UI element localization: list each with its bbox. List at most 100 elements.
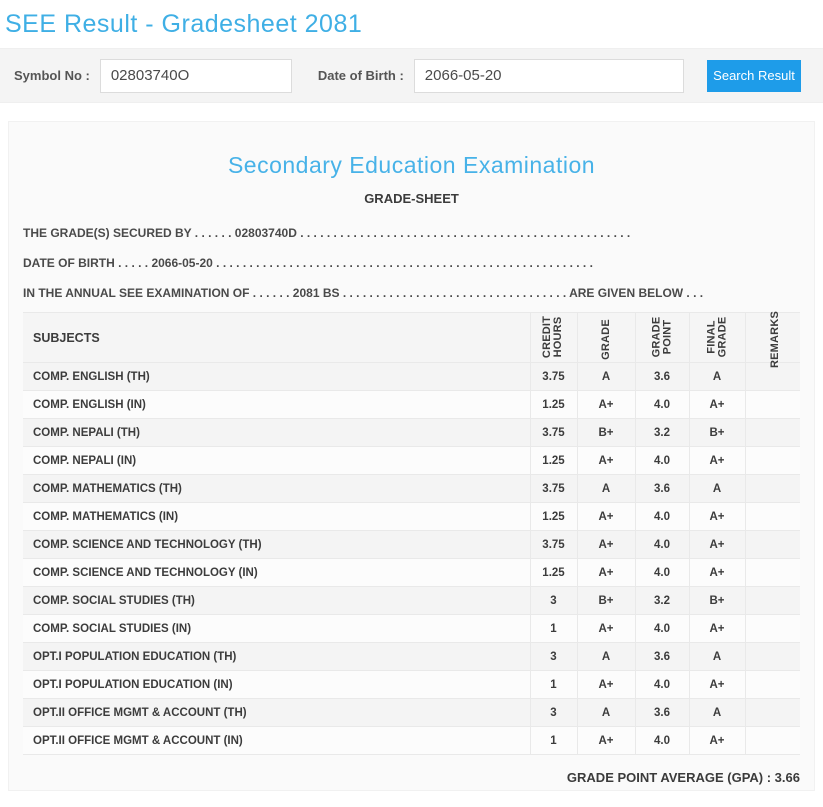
cell-remarks: [744, 390, 800, 419]
table-row: OPT.II OFFICE MGMT & ACCOUNT (IN) 1 A+ 4.0 A…: [23, 726, 800, 755]
table-row: COMP. MATHEMATICS (TH) 3.75 A 3.6 A: [23, 474, 800, 503]
cell-remarks: [744, 530, 800, 559]
cell-credit: 1.25: [529, 446, 577, 475]
header-final-grade: FINAL GRADE: [688, 312, 745, 363]
cell-subject: COMP. NEPALI (TH): [23, 418, 530, 447]
cell-credit: 3.75: [529, 474, 577, 503]
header-grade-point: GRADE POINT: [634, 312, 689, 363]
grades-table-header: SUBJECTS CREDIT HOURS GRADE GRADE POINT …: [23, 310, 800, 368]
date-of-birth-input[interactable]: [413, 58, 684, 93]
cell-point: 4.0: [634, 390, 689, 419]
cell-subject: OPT.II OFFICE MGMT & ACCOUNT (IN): [23, 726, 530, 755]
cell-point: 3.6: [634, 362, 689, 391]
cell-credit: 3.75: [529, 530, 577, 559]
cell-point: 3.2: [634, 586, 689, 615]
header-subjects: SUBJECTS: [23, 312, 530, 363]
cell-grade: A: [576, 362, 635, 391]
cell-credit: 1: [529, 670, 577, 699]
cell-grade: A: [576, 642, 635, 671]
cell-subject: OPT.I POPULATION EDUCATION (TH): [23, 642, 530, 671]
cell-remarks: [744, 418, 800, 447]
cell-final: A+: [688, 446, 745, 475]
cell-final: B+: [688, 418, 745, 447]
cell-grade: A+: [576, 614, 635, 643]
secured-by-line: THE GRADE(S) SECURED BY . . . . . . 0280…: [23, 226, 631, 240]
table-row: COMP. NEPALI (IN) 1.25 A+ 4.0 A+: [23, 446, 800, 475]
cell-grade: A+: [576, 446, 635, 475]
gradesheet-info-lines: THE GRADE(S) SECURED BY . . . . . . 0280…: [9, 218, 814, 308]
search-result-button[interactable]: Search Result: [707, 59, 801, 92]
cell-subject: COMP. MATHEMATICS (IN): [23, 502, 530, 531]
table-row: OPT.II OFFICE MGMT & ACCOUNT (TH) 3 A 3.6 A: [23, 698, 800, 727]
symbol-no-input[interactable]: [99, 58, 292, 93]
cell-credit: 3.75: [529, 418, 577, 447]
cell-point: 4.0: [634, 446, 689, 475]
cell-remarks: [744, 698, 800, 727]
cell-point: 4.0: [634, 558, 689, 587]
cell-final: B+: [688, 586, 745, 615]
cell-credit: 3: [529, 586, 577, 615]
cell-subject: COMP. ENGLISH (IN): [23, 390, 530, 419]
cell-credit: 3: [529, 642, 577, 671]
cell-final: A: [688, 698, 745, 727]
gradesheet-panel: Secondary Education Examination GRADE-SH…: [8, 121, 815, 791]
cell-remarks: [744, 446, 800, 475]
gpa-summary: GRADE POINT AVERAGE (GPA) : 3.66: [566, 770, 800, 785]
cell-subject: COMP. SCIENCE AND TECHNOLOGY (TH): [23, 530, 530, 559]
page-title: SEE Result - Gradesheet 2081: [5, 10, 363, 38]
search-bar: Symbol No : Date of Birth : Search Resul…: [0, 48, 823, 103]
cell-credit: 1.25: [529, 390, 577, 419]
cell-remarks: [744, 558, 800, 587]
cell-subject: COMP. SOCIAL STUDIES (IN): [23, 614, 530, 643]
cell-subject: COMP. SOCIAL STUDIES (TH): [23, 586, 530, 615]
cell-point: 4.0: [634, 670, 689, 699]
cell-subject: OPT.II OFFICE MGMT & ACCOUNT (TH): [23, 698, 530, 727]
cell-point: 4.0: [634, 530, 689, 559]
grades-table-body: COMP. ENGLISH (TH) 3.75 A 3.6 A COMP. ENGLISH…: [23, 362, 800, 755]
cell-remarks: [744, 502, 800, 531]
cell-final: A: [688, 474, 745, 503]
cell-point: 3.2: [634, 418, 689, 447]
cell-grade: B+: [576, 586, 635, 615]
cell-final: A+: [688, 726, 745, 755]
cell-point: 4.0: [634, 502, 689, 531]
cell-grade: A+: [576, 558, 635, 587]
cell-subject: OPT.I POPULATION EDUCATION (IN): [23, 670, 530, 699]
table-row: COMP. ENGLISH (IN) 1.25 A+ 4.0 A+: [23, 390, 800, 419]
cell-credit: 1: [529, 614, 577, 643]
cell-final: A+: [688, 390, 745, 419]
symbol-no-label: Symbol No :: [14, 68, 90, 83]
cell-credit: 3: [529, 698, 577, 727]
cell-grade: A+: [576, 530, 635, 559]
cell-final: A: [688, 362, 745, 391]
cell-grade: B+: [576, 418, 635, 447]
cell-credit: 1: [529, 726, 577, 755]
grade-sheet-subheading: GRADE-SHEET: [364, 191, 459, 206]
exam-heading: Secondary Education Examination: [227, 152, 596, 178]
table-row: COMP. ENGLISH (TH) 3.75 A 3.6 A: [23, 362, 800, 391]
cell-final: A+: [688, 530, 745, 559]
cell-final: A+: [688, 614, 745, 643]
date-of-birth-label: Date of Birth :: [317, 68, 404, 83]
cell-remarks: [744, 642, 800, 671]
cell-remarks: [744, 586, 800, 615]
cell-grade: A+: [576, 670, 635, 699]
table-row: OPT.I POPULATION EDUCATION (TH) 3 A 3.6 A: [23, 642, 800, 671]
cell-final: A+: [688, 502, 745, 531]
table-row: COMP. NEPALI (TH) 3.75 B+ 3.2 B+: [23, 418, 800, 447]
cell-point: 3.6: [634, 474, 689, 503]
cell-final: A: [688, 642, 745, 671]
cell-final: A+: [688, 558, 745, 587]
cell-point: 3.6: [634, 698, 689, 727]
cell-credit: 1.25: [529, 558, 577, 587]
cell-point: 3.6: [634, 642, 689, 671]
cell-remarks: [744, 474, 800, 503]
cell-subject: COMP. MATHEMATICS (TH): [23, 474, 530, 503]
cell-credit: 3.75: [529, 362, 577, 391]
cell-remarks: [744, 670, 800, 699]
header-remarks: REMARKS: [744, 310, 800, 368]
cell-grade: A+: [576, 390, 635, 419]
cell-remarks: [744, 614, 800, 643]
cell-final: A+: [688, 670, 745, 699]
header-credit-hours: CREDIT HOURS: [529, 312, 577, 363]
